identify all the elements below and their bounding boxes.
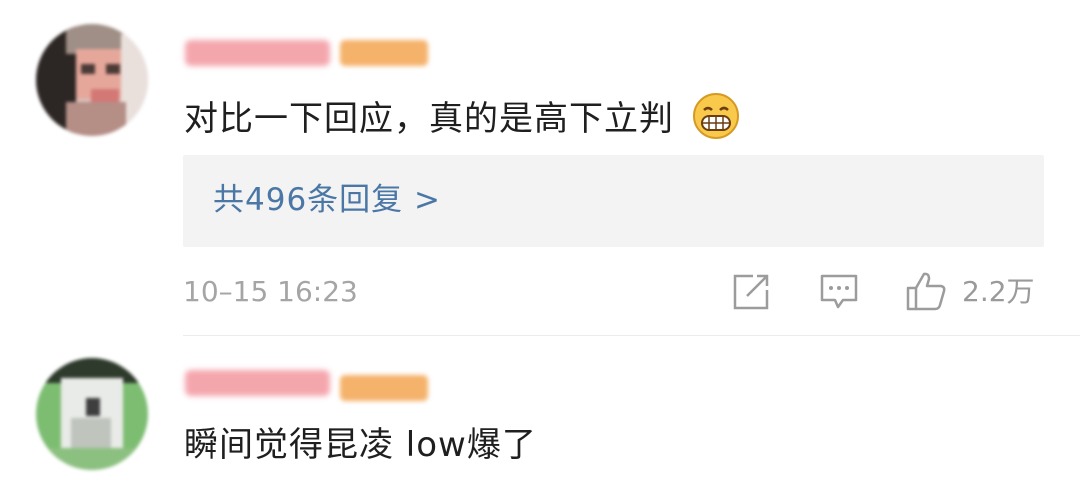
like-icon[interactable] <box>905 270 947 312</box>
username[interactable] <box>185 370 330 396</box>
user-badge <box>340 375 428 401</box>
replies-box[interactable]: 共496条回复 > <box>183 155 1044 247</box>
comment-text: 对比一下回应，真的是高下立判 <box>184 92 740 140</box>
user-badge <box>340 40 428 66</box>
divider <box>183 335 1080 336</box>
grinning-face-emoji <box>692 93 739 139</box>
timestamp: 10–15 16:23 <box>183 275 358 308</box>
comment-icon[interactable] <box>819 272 859 312</box>
view-replies-link[interactable]: 共496条回复 > <box>213 180 441 220</box>
share-icon[interactable] <box>731 272 771 312</box>
username[interactable] <box>185 40 330 66</box>
like-count: 2.2万 <box>962 275 1035 308</box>
avatar[interactable] <box>36 24 148 136</box>
avatar[interactable] <box>36 358 148 470</box>
comment-text: 瞬间觉得昆凌 low爆了 <box>184 425 537 465</box>
